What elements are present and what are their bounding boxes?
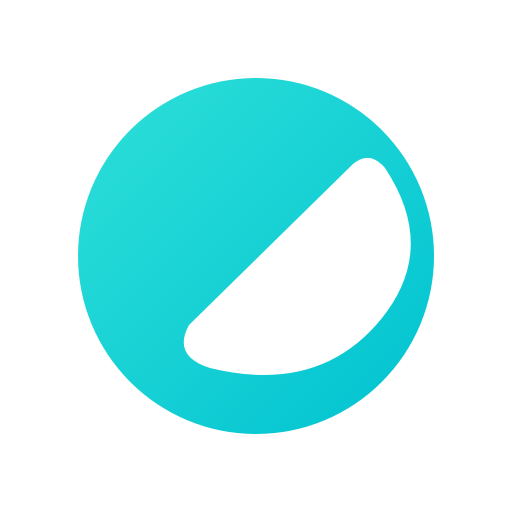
contrast-icon — [78, 78, 434, 434]
app-icon — [0, 0, 512, 512]
